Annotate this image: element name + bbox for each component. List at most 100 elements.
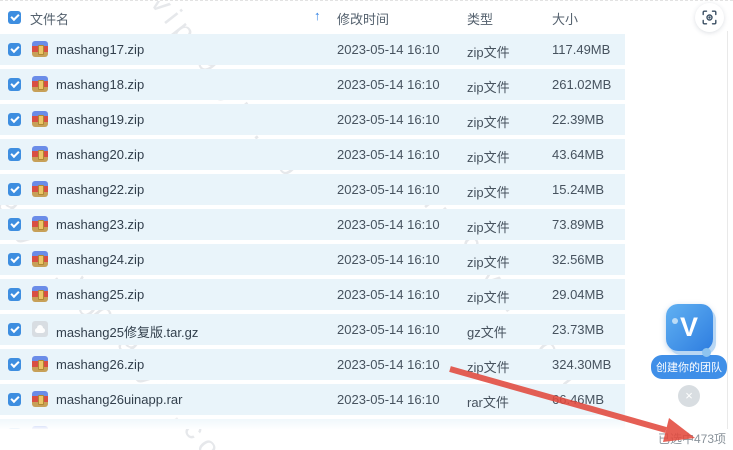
file-type: zip文件 [467,217,510,236]
team-promo-popup: V 创建你的团队 × [648,304,730,407]
file-size: 261.02MB [552,77,611,92]
sort-ascending-icon[interactable]: ↑ [314,8,321,23]
file-type-icon [32,251,48,267]
file-modified: 2023-05-14 16:10 [337,287,440,302]
row-checkbox[interactable] [8,358,21,371]
file-type-icon [32,426,48,429]
file-name[interactable]: mashang19.zip [56,112,144,127]
file-type: zip文件 [467,182,510,201]
file-modified: 2023-05-14 16:10 [337,217,440,232]
row-checkbox[interactable] [8,113,21,126]
file-type-icon [32,321,48,337]
table-row[interactable]: mashang24.zip 2023-05-14 16:10 zip文件 32.… [0,244,625,275]
file-type: gz文件 [467,322,507,341]
file-size: 29.04MB [552,287,604,302]
file-type: zip文件 [467,42,510,61]
file-type: rar文件 [467,392,509,411]
decor-dot-icon [702,348,711,357]
file-size: 73.89MB [552,217,604,232]
row-checkbox[interactable] [8,288,21,301]
file-modified: 2023-05-14 16:10 [337,77,440,92]
row-checkbox[interactable] [8,428,21,429]
file-manager-window: vip.9fym.com vip.9fym.com vip.9fym.com v… [0,0,733,450]
row-checkbox[interactable] [8,78,21,91]
file-modified: 2023-05-14 16:10 [337,392,440,407]
file-type-icon [32,146,48,162]
file-type-icon [32,111,48,127]
table-row[interactable]: mashang19.zip 2023-05-14 16:10 zip文件 22.… [0,104,625,135]
selection-count-status: 已选中473项 [658,430,726,447]
file-table: 文件名 ↑ 修改时间 类型 大小 mashang17.zip 2023-05-1… [0,1,733,429]
column-header-type[interactable]: 类型 [467,9,493,28]
file-type-icon [32,391,48,407]
file-type-icon [32,76,48,92]
file-modified: 2023-05-14 16:10 [337,112,440,127]
row-checkbox[interactable] [8,183,21,196]
file-modified: 2023-05-14 16:10 [337,147,440,162]
scan-settings-icon [702,10,717,25]
team-app-logo[interactable]: V [666,304,713,351]
logo-letter: V [680,312,698,342]
row-checkbox[interactable] [8,323,21,336]
file-name[interactable]: mashang26uinapp.rar [56,392,182,407]
column-header-size[interactable]: 大小 [552,9,578,28]
file-modified: 2023-05-14 16:10 [337,42,440,57]
file-type-icon [32,181,48,197]
table-row[interactable]: mashang26uinapp.rar 2023-05-14 16:10 rar… [0,384,625,415]
file-size: 32.56MB [552,252,604,267]
row-checkbox[interactable] [8,253,21,266]
file-modified: 2023-05-14 16:10 [337,357,440,372]
file-name[interactable]: mashang25修复版.tar.gz [56,322,198,341]
file-size: 15.24MB [552,182,604,197]
row-checkbox[interactable] [8,43,21,56]
table-row[interactable]: mashang25.zip 2023-05-14 16:10 zip文件 29.… [0,279,625,310]
file-size: 23.73MB [552,322,604,337]
file-list: mashang17.zip 2023-05-14 16:10 zip文件 117… [0,34,733,429]
view-settings-button[interactable] [695,3,724,32]
row-checkbox[interactable] [8,148,21,161]
file-type-icon [32,286,48,302]
file-name[interactable]: mashang17.zip [56,42,144,57]
file-type: zip文件 [467,77,510,96]
select-all-checkbox[interactable] [8,11,21,24]
table-row[interactable]: mashang26.zip 2023-05-14 16:10 zip文件 324… [0,349,625,380]
file-size: 324.30MB [552,357,611,372]
table-row[interactable]: mashang18.zip 2023-05-14 16:10 zip文件 261… [0,69,625,100]
table-row[interactable]: mashang20.zip 2023-05-14 16:10 zip文件 43.… [0,139,625,170]
file-type-icon [32,41,48,57]
table-row[interactable]: mashang17.zip 2023-05-14 16:10 zip文件 117… [0,34,625,65]
file-name[interactable]: mashang25.zip [56,287,144,302]
file-modified: 2023-05-14 16:10 [337,252,440,267]
decor-dot-icon [672,318,678,324]
file-name[interactable]: mashang22.zip [56,182,144,197]
row-checkbox[interactable] [8,218,21,231]
table-header: 文件名 ↑ 修改时间 类型 大小 [0,1,733,34]
row-checkbox[interactable] [8,393,21,406]
table-row[interactable]: mashang23.zip 2023-05-14 16:10 zip文件 73.… [0,209,625,240]
file-size: 117.49MB [552,42,610,57]
file-type: zip文件 [467,147,510,166]
file-size: 66.46MB [552,392,604,407]
file-type: zip文件 [467,112,510,131]
file-modified: 2023-05-14 16:10 [337,182,440,197]
table-row[interactable]: mashang22.zip 2023-05-14 16:10 zip文件 15.… [0,174,625,205]
file-name[interactable]: mashang26.zip [56,357,144,372]
file-modified: 2023-05-14 16:10 [337,322,440,337]
close-icon[interactable]: × [678,385,700,407]
file-type: zip文件 [467,252,510,271]
column-header-filename[interactable]: 文件名 [30,9,69,28]
table-row[interactable]: mashang25修复版.tar.gz 2023-05-14 16:10 gz文… [0,314,625,345]
file-name[interactable]: mashang23.zip [56,217,144,232]
file-name[interactable]: mashang18.zip [56,77,144,92]
table-row[interactable] [0,419,625,429]
file-type: zip文件 [467,287,510,306]
file-size: 43.64MB [552,147,604,162]
file-type-icon [32,216,48,232]
create-team-button[interactable]: 创建你的团队 [651,355,727,379]
file-name[interactable]: mashang24.zip [56,252,144,267]
file-type: zip文件 [467,357,510,376]
column-header-modified[interactable]: 修改时间 [337,9,389,28]
file-size: 22.39MB [552,112,604,127]
file-type-icon [32,356,48,372]
file-name[interactable]: mashang20.zip [56,147,144,162]
